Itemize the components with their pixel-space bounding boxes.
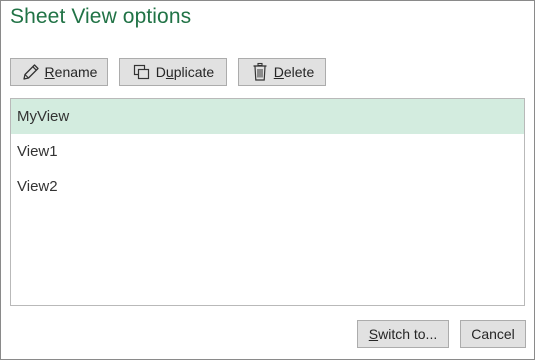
cancel-button[interactable]: Cancel: [460, 320, 526, 348]
delete-button[interactable]: Delete: [238, 58, 326, 86]
delete-label: Delete: [273, 64, 315, 80]
rename-label: Rename: [44, 64, 98, 80]
trash-icon: [250, 62, 270, 82]
list-item-myview[interactable]: MyView: [11, 99, 524, 134]
duplicate-icon: [132, 62, 152, 82]
list-item-view2[interactable]: View2: [11, 169, 524, 204]
list-item-label: View1: [17, 143, 58, 160]
duplicate-label: Duplicate: [155, 64, 215, 80]
list-item-label: View2: [17, 178, 58, 195]
duplicate-button[interactable]: Duplicate: [119, 58, 227, 86]
pencil-icon: [21, 62, 41, 82]
list-item-label: MyView: [17, 108, 70, 125]
dialog-title: Sheet View options: [10, 5, 192, 28]
list-item-view1[interactable]: View1: [11, 134, 524, 169]
rename-button[interactable]: Rename: [10, 58, 108, 86]
sheet-view-options-dialog: Sheet View options Rename Duplicate Dele…: [0, 0, 535, 360]
cancel-label: Cancel: [471, 326, 515, 342]
switch-to-label: Switch to...: [368, 326, 438, 342]
switch-to-button[interactable]: Switch to...: [357, 320, 449, 348]
sheet-views-list[interactable]: MyView View1 View2: [10, 98, 525, 306]
